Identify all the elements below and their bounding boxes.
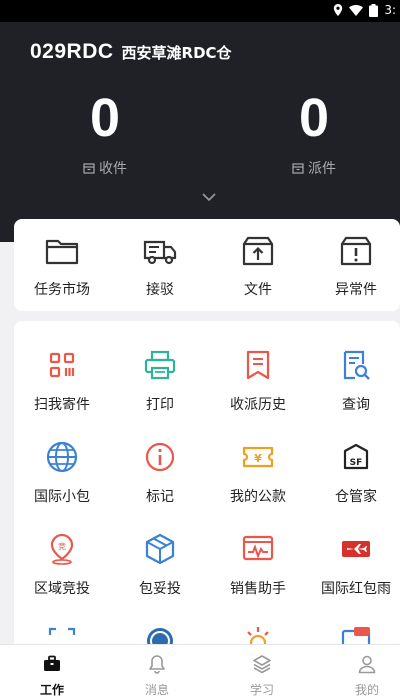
svg-text:竞: 竞 <box>58 541 66 551</box>
tool-scan-send[interactable]: 扫我寄件 <box>14 347 110 414</box>
search-doc-icon <box>343 350 370 380</box>
location-icon <box>334 4 343 16</box>
site-name: 西安草滩RDC仓 <box>121 44 232 62</box>
globe-icon <box>46 441 78 473</box>
truck-icon <box>143 240 177 265</box>
tool-label: 国际小包 <box>34 489 90 505</box>
stat-received[interactable]: 0 收件 <box>45 86 165 178</box>
stat-dispatched-label: 派件 <box>308 161 336 177</box>
tab-label: 学习 <box>249 683 274 697</box>
site-code: 029RDC <box>30 40 114 63</box>
bell-icon <box>149 655 165 674</box>
quick-action-label: 任务市场 <box>34 282 90 298</box>
bottom-tab-bar: 工作 消息 学习 我的 <box>0 644 400 700</box>
tab-messages[interactable]: 消息 <box>107 653 207 698</box>
tool-area-bid[interactable]: 竞 区域竞投 <box>14 531 110 598</box>
sf-warehouse-icon: SF <box>343 443 369 470</box>
svg-text:¥: ¥ <box>254 452 262 465</box>
site-title[interactable]: 029RDC 西安草滩RDC仓 <box>30 40 232 64</box>
tool-label: 扫我寄件 <box>34 397 90 413</box>
quick-action-exceptions[interactable]: 异常件 <box>308 233 400 299</box>
box-icon <box>292 163 304 174</box>
info-circle-icon <box>145 442 175 472</box>
alert-box-icon <box>340 236 372 266</box>
quick-action-label: 异常件 <box>335 282 377 298</box>
status-time: 3: <box>384 3 396 17</box>
monitor-chart-icon <box>242 535 274 561</box>
tab-me[interactable]: 我的 <box>317 653 400 698</box>
folder-icon <box>45 239 79 265</box>
tab-label: 工作 <box>39 683 64 697</box>
briefcase-icon <box>44 655 60 671</box>
tool-sales-assistant[interactable]: 销售助手 <box>210 531 306 598</box>
tool-label: 国际红包雨 <box>321 581 391 597</box>
tools-grid-card: 扫我寄件 打印 收派历史 查询 国际小包 标记 ¥ 我的公款 SF 仓管家 竞 … <box>14 321 400 651</box>
chevron-down-icon[interactable] <box>200 190 218 204</box>
tool-label: 标记 <box>146 489 174 505</box>
tool-label: 打印 <box>146 397 174 413</box>
tool-warehouse[interactable]: SF 仓管家 <box>308 439 400 506</box>
airplane-icon <box>342 541 370 557</box>
tool-label: 仓管家 <box>335 489 377 505</box>
stat-received-value: 0 <box>89 88 121 148</box>
tool-label: 包妥投 <box>139 581 181 597</box>
bookmark-doc-icon <box>246 350 270 380</box>
layers-icon <box>253 655 271 674</box>
bid-pin-icon: 竞 <box>50 533 74 565</box>
dashboard-header: 029RDC 西安草滩RDC仓 0 收件 0 派件 <box>0 22 400 242</box>
package-icon <box>145 533 175 565</box>
quick-action-task-market[interactable]: 任务市场 <box>14 233 110 299</box>
quick-action-label: 文件 <box>244 282 272 298</box>
quick-action-files[interactable]: 文件 <box>210 233 306 299</box>
tool-print[interactable]: 打印 <box>112 347 208 414</box>
tool-intl-parcel[interactable]: 国际小包 <box>14 439 110 506</box>
tool-query[interactable]: 查询 <box>308 347 400 414</box>
tool-public-funds[interactable]: ¥ 我的公款 <box>210 439 306 506</box>
tool-mark[interactable]: 标记 <box>112 439 208 506</box>
wifi-icon <box>349 4 364 16</box>
yen-ticket-icon: ¥ <box>242 446 274 468</box>
person-icon <box>358 655 376 674</box>
tool-label: 我的公款 <box>230 489 286 505</box>
tool-label: 区域竞投 <box>34 581 90 597</box>
tab-label: 消息 <box>144 683 169 697</box>
tool-intl-red-packet[interactable]: 国际红包雨 <box>308 531 400 598</box>
tool-secure-delivery[interactable]: 包妥投 <box>112 531 208 598</box>
tool-label: 销售助手 <box>230 581 286 597</box>
tool-history[interactable]: 收派历史 <box>210 347 306 414</box>
box-icon <box>83 163 95 174</box>
stat-dispatched[interactable]: 0 派件 <box>254 86 374 178</box>
battery-icon <box>369 3 379 17</box>
tool-label: 收派历史 <box>230 397 286 413</box>
stat-dispatched-value: 0 <box>298 88 330 148</box>
printer-icon <box>144 350 176 380</box>
stat-received-label: 收件 <box>99 161 127 177</box>
tab-label: 我的 <box>354 683 379 697</box>
svg-text:SF: SF <box>350 458 363 468</box>
tab-learning[interactable]: 学习 <box>212 653 312 698</box>
status-bar: 3: <box>0 0 400 22</box>
quick-actions-card: 任务市场 接驳 文件 异常件 <box>14 219 400 311</box>
qr-code-icon <box>49 352 75 378</box>
upload-box-icon <box>242 236 274 266</box>
tab-work[interactable]: 工作 <box>2 653 102 700</box>
quick-action-transfer[interactable]: 接驳 <box>112 233 208 299</box>
quick-action-label: 接驳 <box>146 282 174 298</box>
tool-label: 查询 <box>342 397 370 413</box>
